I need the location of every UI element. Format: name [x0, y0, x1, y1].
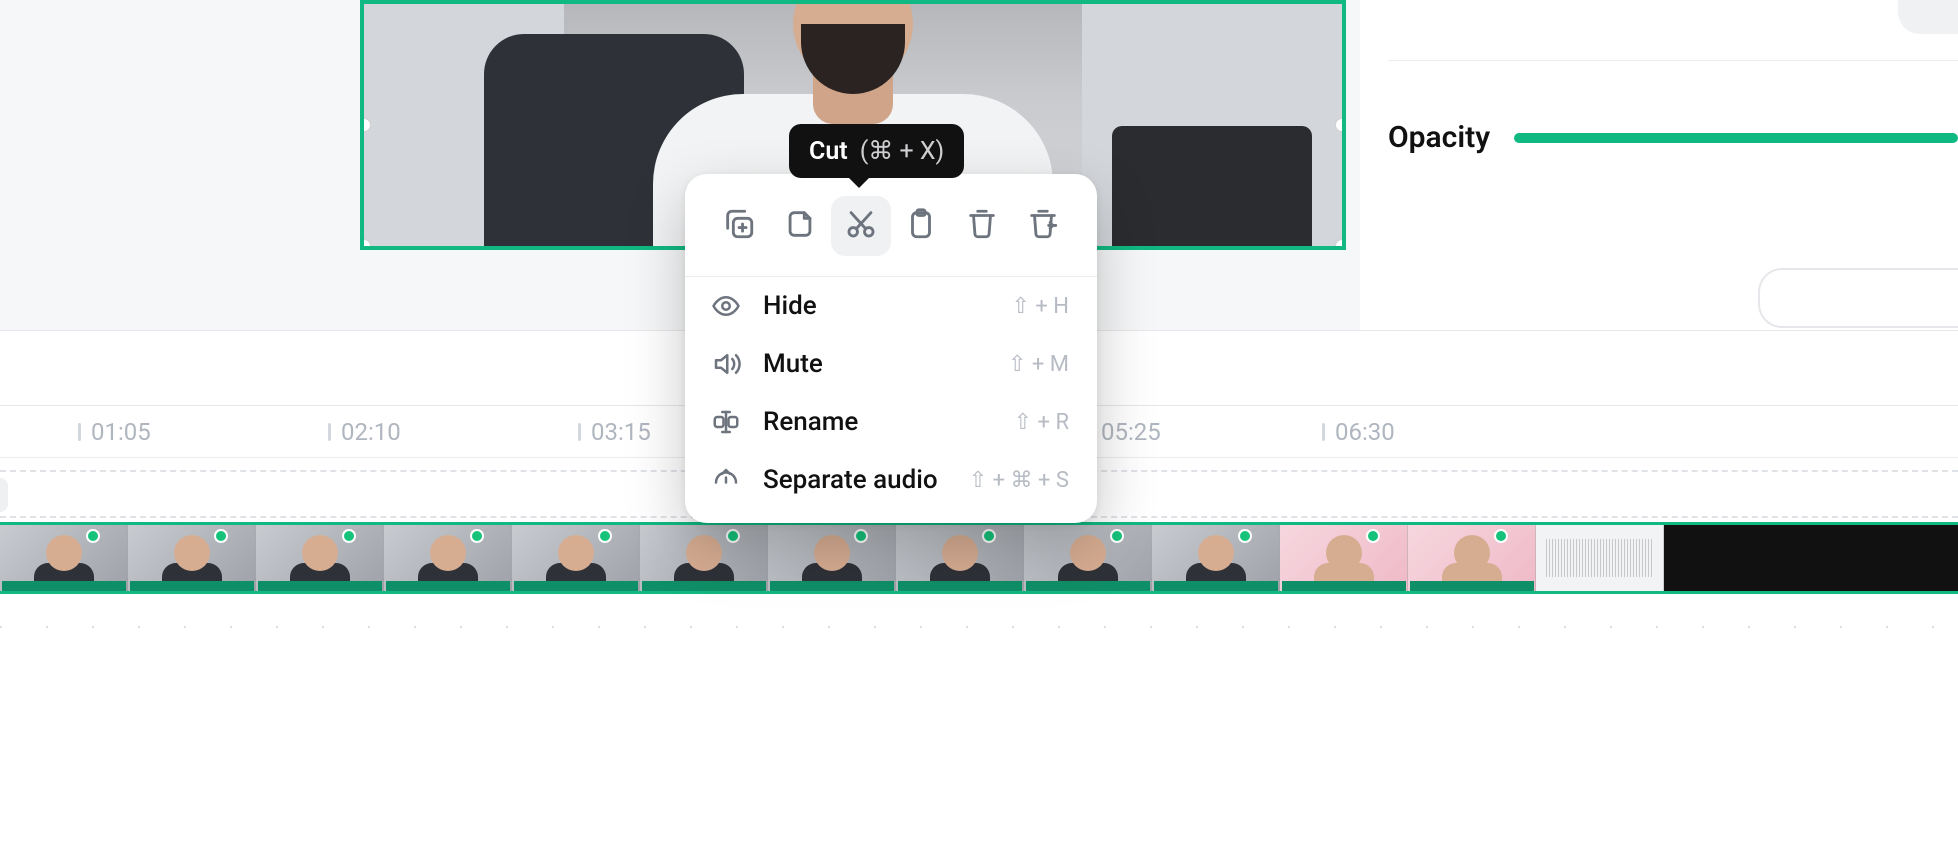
clip-thumbnail: [384, 525, 512, 591]
paste-icon: [904, 207, 938, 245]
clip-thumbnail: [1152, 525, 1280, 591]
resize-handle-right[interactable]: [1335, 118, 1346, 132]
paste-button[interactable]: [891, 196, 951, 256]
cut-button[interactable]: [831, 196, 891, 256]
opacity-slider[interactable]: [1514, 133, 1958, 143]
menu-item-label: Mute: [763, 349, 986, 379]
trash-icon: [965, 207, 999, 245]
copy-button[interactable]: [770, 196, 830, 256]
tooltip-label: Cut: [809, 137, 848, 166]
menu-item-separate-audio[interactable]: Separate audio ⇧ + ⌘ + S: [685, 451, 1097, 509]
clip-thumbnail: [128, 525, 256, 591]
menu-item-label: Rename: [763, 407, 992, 437]
menu-item-mute[interactable]: Mute ⇧ + M: [685, 335, 1097, 393]
tooltip-cut: Cut (⌘ + X): [789, 124, 964, 178]
clip-thumbnail: [512, 525, 640, 591]
clip-thumbnail: [1280, 525, 1408, 591]
clip-thumbnail: [1024, 525, 1152, 591]
menu-item-shortcut: ⇧ + M: [1008, 352, 1069, 377]
ruler-tick: 06:30: [1322, 418, 1395, 446]
menu-item-shortcut: ⇧ + ⌘ + S: [969, 468, 1069, 493]
properties-panel: Opacity: [1360, 0, 1958, 330]
ruler-tick: 01:05: [78, 418, 151, 446]
opacity-label: Opacity: [1388, 120, 1490, 155]
context-menu: Hide ⇧ + H Mute ⇧ + M Rename ⇧ + R Separ…: [685, 174, 1097, 523]
eye-icon: [711, 291, 741, 321]
timeline-empty-area[interactable]: [0, 600, 1958, 700]
clip-thumbnail: [1536, 525, 1664, 591]
clip-thumbnail: [768, 525, 896, 591]
trash-remove-icon: [1026, 207, 1060, 245]
menu-item-shortcut: ⇧ + H: [1011, 294, 1069, 319]
resize-handle-bottom-right[interactable]: [1335, 239, 1346, 250]
copy-icon: [783, 207, 817, 245]
panel-corner-control[interactable]: [1898, 0, 1958, 34]
menu-item-hide[interactable]: Hide ⇧ + H: [685, 277, 1097, 335]
timeline-clip[interactable]: [0, 522, 1958, 594]
delete-button[interactable]: [952, 196, 1012, 256]
ruler-tick: 03:15: [578, 418, 651, 446]
menu-item-rename[interactable]: Rename ⇧ + R: [685, 393, 1097, 451]
speaker-icon: [711, 349, 741, 379]
cut-icon: [844, 207, 878, 245]
preview-area: [0, 0, 1360, 330]
clip-thumbnail: [896, 525, 1024, 591]
tooltip-shortcut: (⌘ + X): [860, 136, 945, 166]
menu-item-label: Separate audio: [763, 465, 947, 495]
menu-item-shortcut: ⇧ + R: [1014, 410, 1069, 435]
menu-item-label: Hide: [763, 291, 989, 321]
clip-thumbnail: [256, 525, 384, 591]
resize-handle-bottom-left[interactable]: [360, 239, 371, 250]
delete-all-button[interactable]: [1013, 196, 1073, 256]
duplicate-icon: [722, 207, 756, 245]
separate-audio-icon: [711, 465, 741, 495]
clip-thumbnail: [0, 525, 128, 591]
panel-value-field[interactable]: [1758, 268, 1958, 328]
ruler-tick: 05:25: [1088, 418, 1161, 446]
clip-thumbnail: [640, 525, 768, 591]
rename-icon: [711, 407, 741, 437]
duplicate-button[interactable]: [709, 196, 769, 256]
clip-thumbnail: [1408, 525, 1536, 591]
ruler-tick: 02:10: [328, 418, 401, 446]
